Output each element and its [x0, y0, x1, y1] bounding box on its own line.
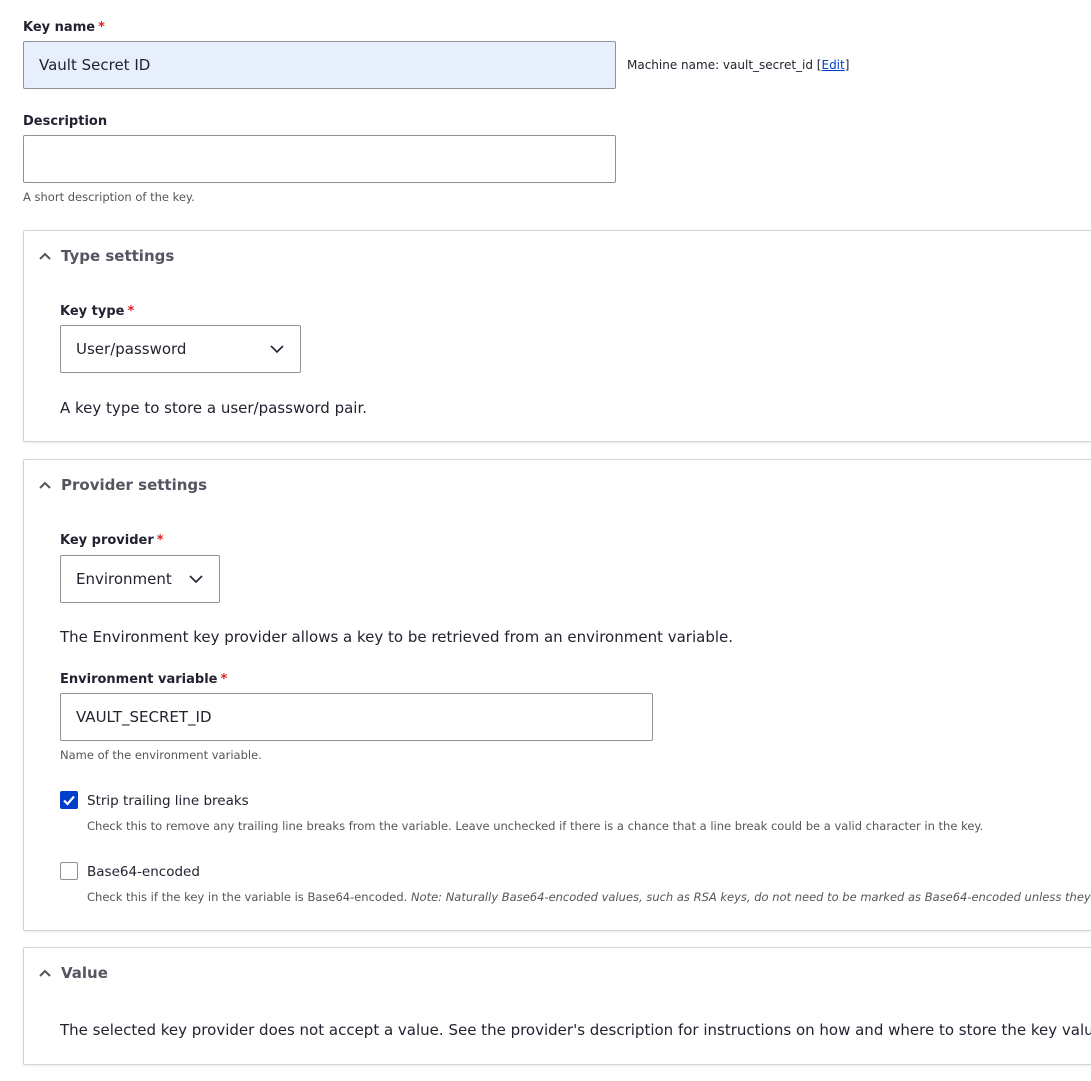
description-input[interactable]	[23, 135, 616, 183]
type-settings-title: Type settings	[61, 247, 175, 265]
description-label: Description	[23, 114, 108, 129]
check-icon	[63, 795, 75, 806]
strip-line-breaks-help: Check this to remove any trailing line b…	[87, 819, 984, 833]
strip-line-breaks-checkbox[interactable]	[60, 791, 78, 809]
provider-settings-toggle[interactable]: Provider settings	[38, 474, 207, 496]
chevron-up-icon	[39, 969, 51, 977]
value-description: The selected key provider does not accep…	[60, 1021, 1091, 1039]
key-name-input[interactable]: Vault Secret ID	[23, 41, 616, 89]
env-var-value: VAULT_SECRET_ID	[76, 708, 212, 726]
required-mark: *	[127, 304, 135, 319]
required-mark: *	[220, 672, 228, 687]
base64-encoded-help: Check this if the key in the variable is…	[87, 890, 1091, 904]
env-var-label: Environment variable *	[60, 672, 228, 687]
base64-note: Note: Naturally Base64-encoded values, s…	[410, 890, 1091, 904]
env-var-help: Name of the environment variable.	[60, 748, 262, 762]
value-title: Value	[61, 964, 108, 982]
value-toggle[interactable]: Value	[38, 962, 108, 984]
key-type-value: User/password	[76, 340, 187, 358]
base64-encoded-label[interactable]: Base64-encoded	[87, 864, 200, 880]
machine-name: Machine name: vault_secret_id [Edit]	[627, 58, 850, 72]
provider-settings-panel: Provider settings Key provider * Environm…	[23, 459, 1091, 931]
provider-settings-title: Provider settings	[61, 476, 208, 494]
description-help: A short description of the key.	[23, 190, 195, 204]
key-name-value: Vault Secret ID	[39, 56, 151, 74]
chevron-down-icon	[270, 345, 284, 354]
type-settings-toggle[interactable]: Type settings	[38, 245, 174, 267]
key-provider-description: The Environment key provider allows a ke…	[60, 628, 734, 646]
chevron-up-icon	[39, 481, 51, 489]
key-name-label: Key name *	[23, 20, 105, 35]
base64-encoded-checkbox[interactable]	[60, 862, 78, 880]
required-mark: *	[98, 20, 105, 35]
key-type-label: Key type *	[60, 304, 135, 319]
key-provider-value: Environment	[76, 570, 172, 588]
required-mark: *	[156, 533, 164, 548]
chevron-up-icon	[39, 252, 51, 260]
key-provider-select[interactable]: Environment	[60, 555, 220, 603]
type-settings-panel: Type settings Key type * User/password A …	[23, 230, 1091, 442]
machine-name-edit-link[interactable]: Edit	[821, 58, 844, 72]
key-type-select[interactable]: User/password	[60, 325, 301, 373]
env-var-input[interactable]: VAULT_SECRET_ID	[60, 693, 653, 741]
key-provider-label: Key provider *	[60, 533, 164, 548]
strip-line-breaks-label[interactable]: Strip trailing line breaks	[87, 793, 249, 809]
value-panel: Value The selected key provider does not…	[23, 947, 1091, 1065]
chevron-down-icon	[189, 575, 203, 584]
key-type-description: A key type to store a user/password pair…	[60, 399, 368, 417]
